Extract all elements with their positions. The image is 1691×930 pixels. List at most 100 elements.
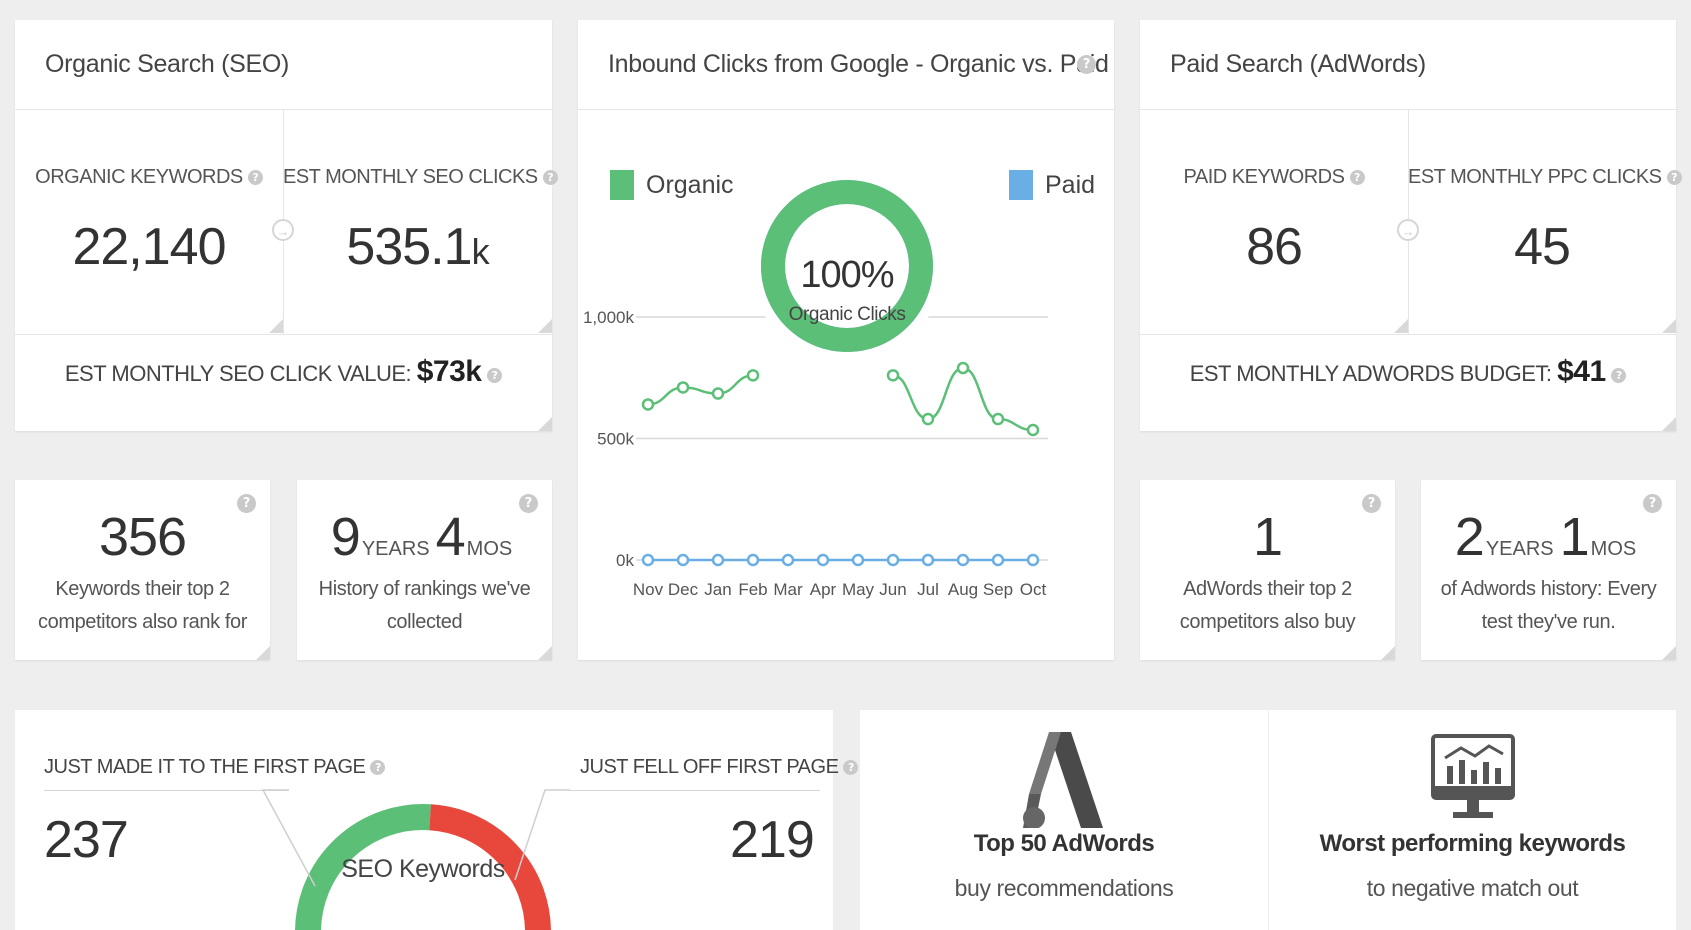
card-fold — [269, 319, 283, 333]
worst-keywords-sub: to negative match out — [1366, 875, 1579, 901]
adwords-budget: EST MONTHLY ADWORDS BUDGET: $41 ? — [1140, 355, 1676, 389]
donut-label: Organic Clicks — [788, 304, 906, 325]
data-point-organic — [921, 412, 935, 426]
competitor-adwords-num: 1 — [1252, 507, 1283, 567]
seo-clicks-unit: k — [471, 231, 490, 272]
competitor-keywords-desc: Keywords their top 2 competitors also ra… — [38, 578, 247, 633]
help-icon[interactable]: ? — [247, 170, 263, 186]
first-page-card: JUST MADE IT TO THE FIRST PAGE ? 237 JUS… — [15, 710, 859, 930]
help-icon[interactable]: ? — [843, 760, 859, 776]
competitor-keywords-card[interactable]: ? 356 Keywords their top 2 competitors a… — [15, 480, 270, 660]
seo-click-value-amount: $73k — [416, 355, 482, 388]
paid-card-title: Paid Search (AdWords) — [1140, 20, 1676, 110]
data-point-organic — [1026, 423, 1040, 437]
adwords-budget-label: EST MONTHLY ADWORDS BUDGET: — [1189, 361, 1552, 386]
x-tick-label: Jul — [917, 580, 939, 599]
worst-keywords-card[interactable]: Worst performing keywords to negative ma… — [1269, 710, 1676, 930]
monitor-chart-icon — [1431, 734, 1515, 818]
card-fold — [1381, 646, 1395, 660]
data-point-organic — [711, 387, 725, 400]
adwords-history-months: 1 — [1559, 507, 1590, 567]
data-point-paid — [711, 553, 725, 567]
competitor-adwords-desc: AdWords their top 2 competitors also buy — [1179, 578, 1356, 633]
worst-keywords-title: Worst performing keywords — [1319, 830, 1626, 857]
card-fold — [1662, 319, 1676, 333]
data-point-paid — [1026, 553, 1040, 567]
data-point-organic — [676, 381, 690, 394]
top-adwords-card[interactable]: Top 50 AdWords buy recommendations — [860, 710, 1268, 930]
leader-line-made — [261, 789, 316, 887]
donut-value: 100% — [800, 254, 894, 296]
help-icon[interactable]: ? — [487, 367, 503, 383]
data-point-paid — [921, 553, 935, 567]
inbound-clicks-card: Inbound Clicks from Google - Organic vs.… — [578, 20, 1114, 660]
series-line-organic — [892, 366, 1034, 432]
adwords-history-years: 2 — [1454, 507, 1485, 567]
organic-keywords-label: ORGANIC KEYWORDS ? — [15, 166, 283, 189]
competitor-adwords-card[interactable]: ? 1 AdWords their top 2 competitors also… — [1140, 480, 1395, 660]
card-fold — [1662, 417, 1676, 431]
seo-clicks-label: EST MONTHLY SEO CLICKS ? — [283, 166, 558, 189]
help-icon[interactable]: ? — [1666, 170, 1682, 186]
card-fold — [256, 646, 270, 660]
data-point-paid — [851, 553, 865, 567]
adwords-history-months-unit: MOS — [1590, 538, 1637, 560]
seo-history-months: 4 — [435, 507, 466, 567]
paid-keywords-value[interactable]: 86 — [1140, 217, 1408, 277]
y-tick-label: 500k — [597, 430, 634, 449]
card-fold — [538, 319, 552, 333]
help-icon[interactable]: ? — [1349, 170, 1365, 186]
adwords-logo-icon — [1023, 732, 1103, 828]
data-point-paid — [781, 553, 795, 567]
data-point-organic — [991, 412, 1005, 426]
seo-clicks-number: 535.1 — [346, 218, 472, 276]
data-point-organic — [886, 369, 900, 382]
seo-history-months-unit: MOS — [466, 538, 513, 560]
ppc-clicks-value[interactable]: 45 — [1408, 217, 1676, 277]
adwords-history-card[interactable]: ? 2 YEARS 1 MOS of Adwords history: Every t… — [1421, 480, 1676, 660]
data-point-paid — [746, 553, 760, 567]
seo-history-years-unit: YEARS — [361, 538, 430, 560]
organic-keywords-value[interactable]: 22,140 — [15, 217, 283, 277]
x-tick-label: Feb — [738, 580, 767, 599]
x-tick-label: Mar — [773, 580, 803, 599]
seo-card-title: Organic Search (SEO) — [15, 20, 552, 110]
x-tick-label: Nov — [633, 580, 664, 599]
seo-click-value: EST MONTHLY SEO CLICK VALUE: $73k ? — [15, 355, 552, 389]
seo-history-card[interactable]: ? 9 YEARS 4 MOS History of rankings we've c… — [297, 480, 552, 660]
data-point-paid — [676, 553, 690, 567]
data-point-organic — [956, 361, 970, 375]
data-point-paid — [641, 553, 655, 567]
paid-keywords-label-text: PAID KEYWORDS — [1183, 166, 1345, 188]
data-point-paid — [956, 553, 970, 567]
seo-card: Organic Search (SEO) ORGANIC KEYWORDS ? … — [15, 20, 558, 431]
x-tick-label: Jun — [879, 580, 906, 599]
y-tick-label: 1,000k — [583, 308, 635, 327]
x-tick-label: May — [842, 580, 875, 599]
help-icon[interactable]: ? — [1611, 367, 1627, 383]
seo-keywords-gauge[interactable] — [15, 710, 833, 930]
data-point-organic — [641, 398, 655, 411]
card-fold — [538, 417, 552, 431]
seo-click-value-label: EST MONTHLY SEO CLICK VALUE: — [64, 361, 412, 386]
top-adwords-title: Top 50 AdWords — [973, 830, 1155, 857]
y-tick-label: 0k — [616, 551, 634, 570]
seo-history-value: 9 YEARS 4 MOS — [297, 506, 552, 568]
paid-divider-h — [1140, 334, 1676, 335]
seo-clicks-value[interactable]: 535.1k — [283, 217, 552, 277]
x-tick-label: Sep — [983, 580, 1013, 599]
data-point-paid — [816, 553, 830, 567]
seo-clicks-label-text: EST MONTHLY SEO CLICKS — [283, 166, 538, 188]
paid-card: Paid Search (AdWords) PAID KEYWORDS ? 86… — [1140, 20, 1682, 431]
x-tick-label: Jan — [704, 580, 731, 599]
seo-history-years: 9 — [330, 507, 361, 567]
card-fold — [1662, 646, 1676, 660]
adwords-history-years-unit: YEARS — [1485, 538, 1554, 560]
competitor-keywords-number: 356 — [15, 506, 270, 568]
competitor-adwords-value: 1 — [1140, 506, 1395, 568]
seo-divider-h — [15, 334, 552, 335]
organic-keywords-label-text: ORGANIC KEYWORDS — [35, 166, 243, 188]
data-point-organic — [746, 369, 760, 382]
seo-history-desc: History of rankings we've collected — [318, 578, 531, 633]
help-icon[interactable]: ? — [542, 170, 558, 186]
